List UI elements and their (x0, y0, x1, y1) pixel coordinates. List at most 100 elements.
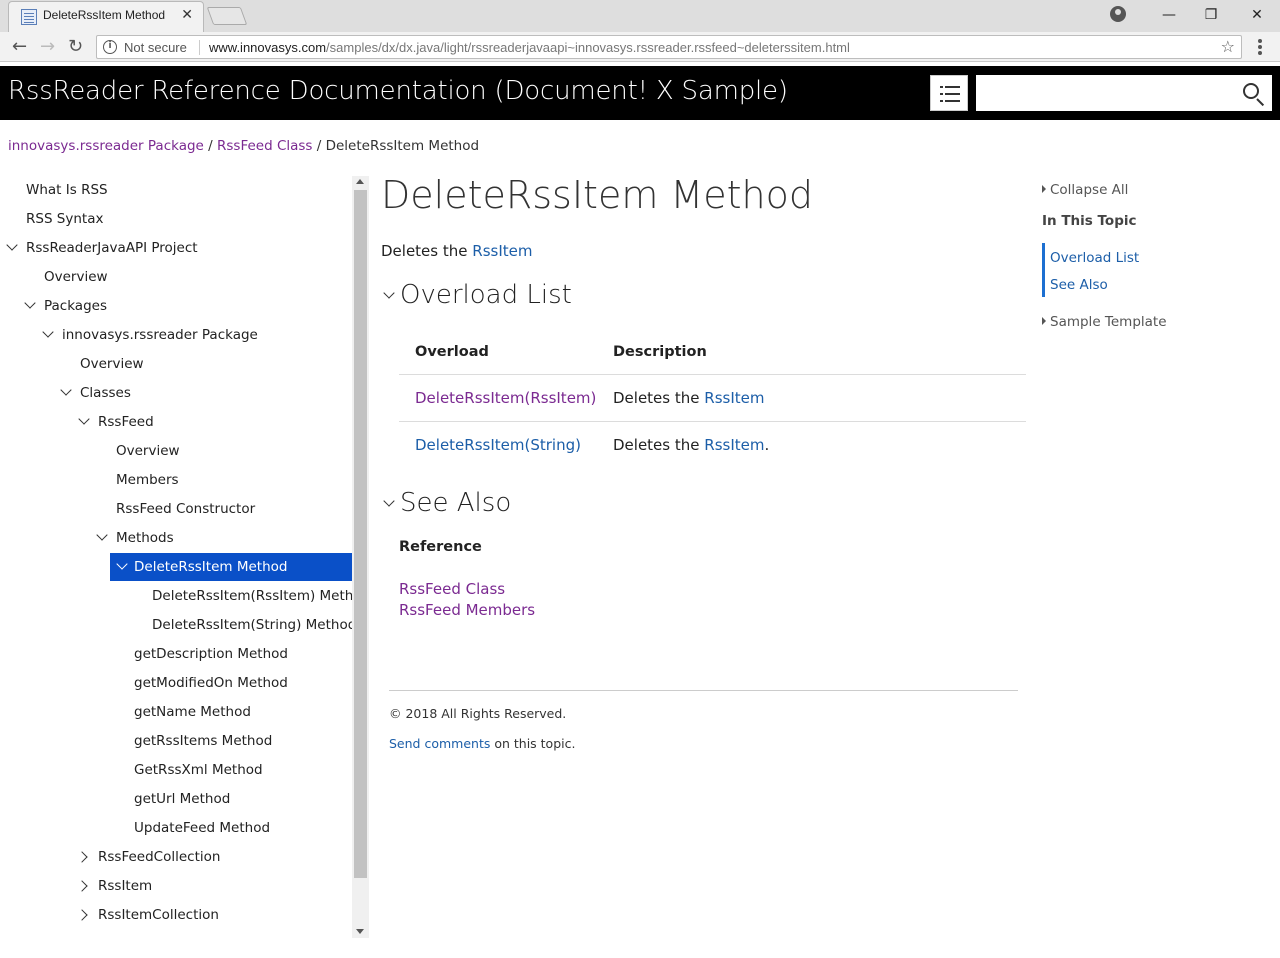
address-toolbar: ← → ↻ i Not secure www.innovasys.com/sam… (0, 32, 1280, 62)
security-status[interactable]: Not secure (124, 40, 187, 55)
toc-item-label: RssItemCollection (98, 907, 219, 923)
reload-icon[interactable]: ↻ (68, 37, 83, 57)
restore-button[interactable]: ❐ (1188, 0, 1234, 30)
topic-link-see-also[interactable]: See Also (1050, 277, 1108, 293)
toc-item[interactable]: Members (116, 467, 179, 493)
scroll-thumb[interactable] (354, 190, 367, 878)
new-tab-button[interactable] (206, 7, 248, 25)
chevron-right-icon[interactable] (76, 851, 88, 863)
chevron-down-icon[interactable] (6, 239, 18, 251)
chevron-down-icon[interactable] (383, 286, 395, 299)
toc-item[interactable]: Packages (24, 293, 107, 319)
forward-arrow-icon[interactable]: → (40, 37, 55, 57)
rssitem-link[interactable]: RssItem (704, 436, 764, 454)
caret-right-icon (1042, 317, 1046, 325)
topic-indicator (1042, 243, 1045, 297)
see-also-section-header[interactable]: See Also (381, 488, 511, 518)
chevron-right-icon[interactable] (76, 909, 88, 921)
browser-tab[interactable]: DeleteRssItem Method ✕ (8, 1, 204, 32)
toc-item-label: RssFeed (98, 414, 154, 430)
overload-list-section-header[interactable]: Overload List (381, 280, 572, 310)
browser-menu-icon[interactable] (1258, 39, 1262, 43)
sample-template-button[interactable]: Sample Template (1042, 314, 1167, 330)
toc-item[interactable]: UpdateFeed Method (134, 815, 270, 841)
ref-rssfeed-class-link[interactable]: RssFeed Class (399, 580, 505, 598)
list-icon (940, 86, 943, 88)
chevron-down-icon[interactable] (96, 529, 108, 541)
toc-item[interactable]: Overview (80, 351, 144, 377)
chevron-down-icon[interactable] (60, 384, 72, 396)
toc-item[interactable]: RssFeedCollection (76, 844, 220, 870)
collapse-all-button[interactable]: Collapse All (1042, 182, 1128, 198)
breadcrumb-class-link[interactable]: RssFeed Class (217, 138, 312, 154)
toc-item-selected[interactable]: DeleteRssItem Method (110, 553, 352, 581)
toc-item[interactable]: getModifiedOn Method (134, 670, 288, 696)
toc-item-label: Methods (116, 530, 174, 546)
overload-description: Deletes the RssItem. (613, 436, 770, 454)
search-input[interactable] (976, 75, 1272, 111)
toc-item[interactable]: Methods (96, 525, 174, 551)
url-text[interactable]: www.innovasys.com/samples/dx/dx.java/lig… (209, 40, 850, 55)
browser-tab-bar: DeleteRssItem Method ✕ — ❐ ✕ (0, 0, 1280, 32)
toc-item[interactable]: DeleteRssItem(String) Method (152, 612, 352, 638)
toc-item-label: UpdateFeed Method (134, 820, 271, 836)
toc-item-label: Overview (116, 443, 180, 459)
rssitem-link[interactable]: RssItem (704, 389, 764, 407)
toc-item[interactable]: GetRssXml Method (134, 757, 263, 783)
toc-item[interactable]: RssFeed Constructor (116, 496, 255, 522)
toc-item[interactable]: RssReaderJavaAPI Project (6, 235, 198, 261)
back-arrow-icon[interactable]: ← (12, 37, 27, 57)
toc-item[interactable]: Overview (44, 264, 108, 290)
send-comments: Send comments on this topic. (389, 736, 576, 751)
scroll-down-icon[interactable] (356, 929, 364, 934)
toc-scrollbar[interactable] (352, 176, 369, 938)
send-comments-link[interactable]: Send comments (389, 736, 490, 751)
toc-item[interactable]: What Is RSS (26, 177, 108, 203)
toc-item[interactable]: DeleteRssItem(RssItem) Method (152, 583, 352, 609)
toc-item[interactable]: RSS Syntax (26, 206, 103, 232)
in-this-topic-heading: In This Topic (1042, 213, 1137, 229)
toc-item[interactable]: Classes (60, 380, 131, 406)
info-icon[interactable]: i (103, 40, 117, 54)
toc-item-label: getRssItems Method (134, 733, 273, 749)
toc-item[interactable]: Overview (116, 438, 180, 464)
page-title: DeleteRssItem Method (381, 173, 813, 217)
topic-link-overload-list[interactable]: Overload List (1050, 250, 1139, 266)
overload-description: Deletes the RssItem (613, 389, 765, 407)
caret-right-icon (1042, 185, 1046, 193)
scroll-up-icon[interactable] (356, 179, 364, 184)
toc-item[interactable]: getName Method (134, 699, 251, 725)
chevron-down-icon[interactable] (116, 558, 128, 570)
toc-item[interactable]: getDescription Method (134, 641, 288, 667)
ref-rssfeed-members-link[interactable]: RssFeed Members (399, 601, 535, 619)
address-bar[interactable]: i Not secure www.innovasys.com/samples/d… (96, 35, 1242, 59)
toc-item[interactable]: getUrl Method (134, 786, 230, 812)
toc-toggle-button[interactable] (930, 75, 968, 111)
overload-link-string[interactable]: DeleteRssItem(String) (415, 436, 581, 454)
breadcrumb-current: DeleteRssItem Method (325, 138, 480, 154)
chevron-right-icon[interactable] (76, 880, 88, 892)
bookmark-star-icon[interactable]: ☆ (1221, 37, 1235, 56)
chevron-down-icon[interactable] (78, 413, 90, 425)
profile-icon[interactable] (1110, 6, 1126, 22)
toc-item[interactable]: getRssItems Method (134, 728, 272, 754)
summary-rssitem-link[interactable]: RssItem (472, 242, 532, 260)
chevron-down-icon[interactable] (42, 326, 54, 338)
toc-item[interactable]: RssItem (76, 873, 152, 899)
overload-link-rssitem[interactable]: DeleteRssItem(RssItem) (415, 389, 596, 407)
minimize-button[interactable]: — (1146, 0, 1192, 30)
tab-close-icon[interactable]: ✕ (181, 7, 193, 23)
chevron-down-icon[interactable] (24, 297, 36, 309)
window-close-button[interactable]: ✕ (1234, 0, 1280, 30)
search-icon[interactable] (1243, 83, 1259, 99)
url-path: /samples/dx/dx.java/light/rssreaderjavaa… (326, 40, 850, 55)
breadcrumb-package-link[interactable]: innovasys.rssreader Package (8, 138, 204, 154)
toc-item[interactable]: RssItemCollection (76, 902, 219, 928)
toc-item-label: getModifiedOn Method (134, 675, 288, 691)
toc-item-label: Packages (44, 298, 107, 314)
toc-item-label: DeleteRssItem(String) Method (152, 617, 352, 633)
toc-item[interactable]: innovasys.rssreader Package (42, 322, 258, 348)
site-header: RssReader Reference Documentation (Docum… (0, 66, 1280, 120)
toc-item[interactable]: RssFeed (78, 409, 154, 435)
chevron-down-icon[interactable] (383, 494, 395, 507)
